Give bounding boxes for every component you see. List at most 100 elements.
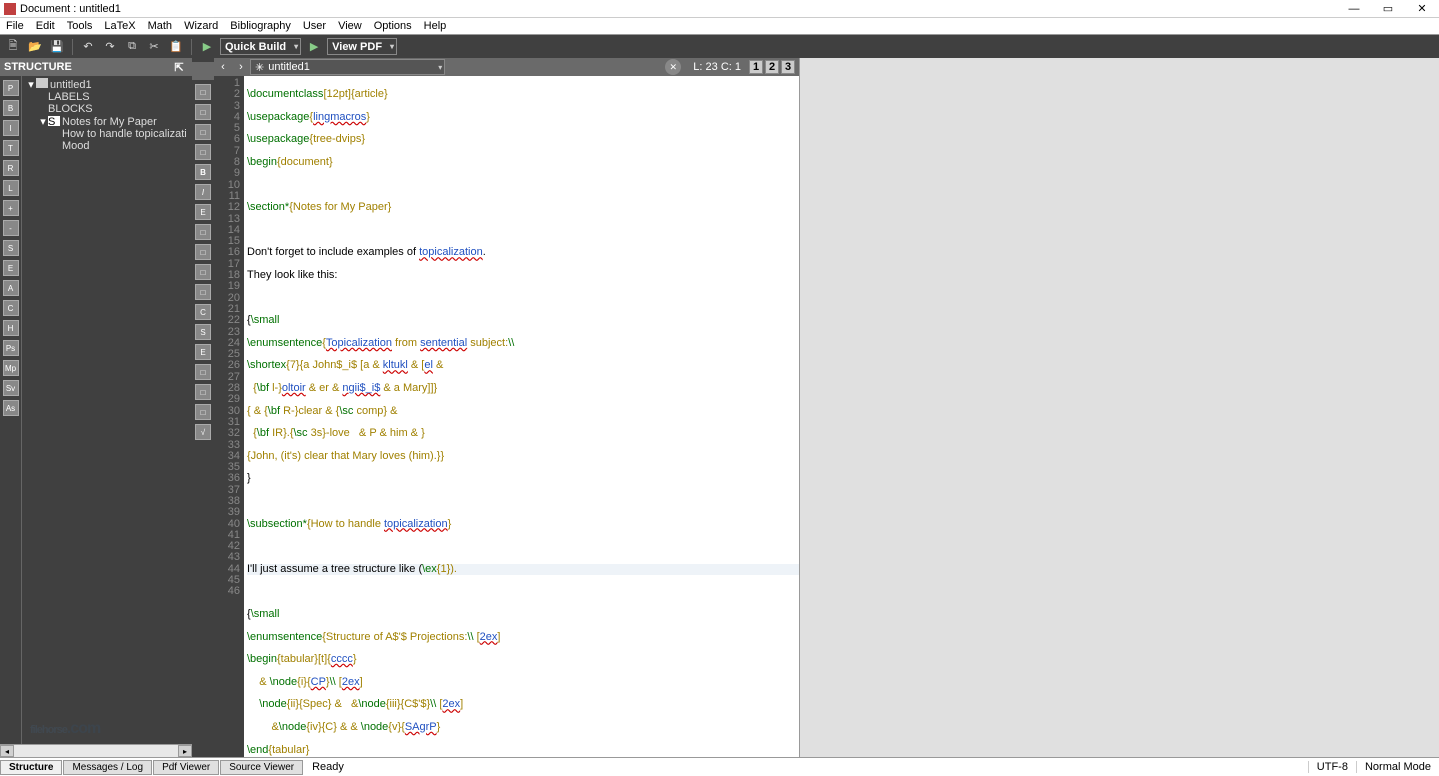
symbol-icon-0[interactable]: P — [3, 80, 19, 96]
structure-panel: STRUCTURE ⇱ P B I T R L + - S E A C H Ps… — [0, 58, 192, 757]
status-encoding: UTF-8 — [1308, 761, 1356, 773]
undo-icon[interactable]: ↶ — [79, 38, 97, 56]
symbol-icon-12[interactable]: H — [3, 320, 19, 336]
close-doc-icon[interactable]: ✕ — [665, 59, 681, 75]
editor-sidebar: □ □ □ □ B I E □ □ □ □ C S E □ □ □ √ — [192, 58, 214, 757]
collapse-icon[interactable]: ⇱ — [170, 59, 188, 75]
symbol-icon-9[interactable]: E — [3, 260, 19, 276]
editbar-icon-13[interactable]: E — [195, 344, 211, 360]
copy-icon[interactable]: ⧉ — [123, 38, 141, 56]
tab-messages[interactable]: Messages / Log — [63, 760, 152, 775]
maximize-button[interactable]: ▭ — [1371, 0, 1405, 17]
structure-title-text: STRUCTURE — [4, 61, 72, 73]
editbar-icon-3[interactable]: □ — [195, 144, 211, 160]
paste-icon[interactable]: 📋 — [167, 38, 185, 56]
symbol-icon-2[interactable]: I — [3, 120, 19, 136]
new-icon[interactable]: 🗎 — [4, 38, 22, 56]
titlebar: Document : untitled1 — ▭ ✕ — [0, 0, 1439, 18]
editbar-icon-0[interactable]: □ — [195, 84, 211, 100]
symbol-icon-16[interactable]: As — [3, 400, 19, 416]
tree-blocks[interactable]: BLOCKS — [24, 103, 190, 115]
editbar-icon-9[interactable]: □ — [195, 264, 211, 280]
symbol-icon-3[interactable]: T — [3, 140, 19, 156]
editbar-icon-11[interactable]: C — [195, 304, 211, 320]
editbar-icon-16[interactable]: □ — [195, 404, 211, 420]
tree-labels[interactable]: LABELS — [24, 91, 190, 103]
tab-pdfviewer[interactable]: Pdf Viewer — [153, 760, 219, 775]
line-gutter: 1234567891011121314151617181920212223242… — [214, 76, 244, 757]
editbar-icon-15[interactable]: □ — [195, 384, 211, 400]
editbar-icon-10[interactable]: □ — [195, 284, 211, 300]
panel-2-button[interactable]: 2 — [765, 60, 779, 74]
redo-icon[interactable]: ↷ — [101, 38, 119, 56]
editbar-icon-14[interactable]: □ — [195, 364, 211, 380]
menu-view[interactable]: View — [332, 20, 368, 32]
run-icon[interactable]: ▶ — [198, 38, 216, 56]
scroll-left-icon[interactable]: ◂ — [0, 745, 14, 757]
editbar-icon-2[interactable]: □ — [195, 124, 211, 140]
editbar-italic-icon[interactable]: I — [195, 184, 211, 200]
window-title: Document : untitled1 — [20, 3, 1337, 15]
document-selector[interactable]: ✳untitled1 — [250, 59, 445, 75]
menu-user[interactable]: User — [297, 20, 332, 32]
open-icon[interactable]: 📂 — [26, 38, 44, 56]
tab-sourceviewer[interactable]: Source Viewer — [220, 760, 303, 775]
menu-help[interactable]: Help — [418, 20, 453, 32]
main-toolbar: 🗎 📂 💾 ↶ ↷ ⧉ ✂ 📋 ▶ Quick Build ▶ View PDF — [0, 35, 1439, 58]
code-area[interactable]: \documentclass[12pt]{article} \usepackag… — [244, 76, 799, 757]
symbol-icon-1[interactable]: B — [3, 100, 19, 116]
app-icon — [4, 3, 16, 15]
viewpdf-combo[interactable]: View PDF — [327, 38, 397, 55]
save-icon[interactable]: 💾 — [48, 38, 66, 56]
editbar-icon-7[interactable]: □ — [195, 224, 211, 240]
menu-tools[interactable]: Tools — [61, 20, 99, 32]
editbar-icon-8[interactable]: □ — [195, 244, 211, 260]
tree-topicalization[interactable]: How to handle topicalizati — [24, 128, 190, 140]
editbar-emph-icon[interactable]: E — [195, 204, 211, 220]
symbol-icon-10[interactable]: A — [3, 280, 19, 296]
run2-icon[interactable]: ▶ — [305, 38, 323, 56]
close-button[interactable]: ✕ — [1405, 0, 1439, 17]
symbol-icon-13[interactable]: Ps — [3, 340, 19, 356]
editor-header: ‹ › ✳untitled1 ✕ L: 23 C: 1 1 2 3 — [214, 58, 799, 76]
tree-notes[interactable]: ▾SNotes for My Paper — [24, 115, 190, 128]
code-editor[interactable]: 1234567891011121314151617181920212223242… — [214, 76, 799, 757]
quickbuild-combo[interactable]: Quick Build — [220, 38, 301, 55]
scroll-right-icon[interactable]: ▸ — [178, 745, 192, 757]
editbar-bold-icon[interactable]: B — [195, 164, 211, 180]
tree-mood[interactable]: Mood — [24, 140, 190, 152]
menu-bibliography[interactable]: Bibliography — [224, 20, 297, 32]
menu-options[interactable]: Options — [368, 20, 418, 32]
nav-fwd-icon[interactable]: › — [232, 59, 250, 75]
preview-panel — [799, 58, 1439, 757]
symbol-icon-6[interactable]: + — [3, 200, 19, 216]
minimize-button[interactable]: — — [1337, 0, 1371, 17]
menu-edit[interactable]: Edit — [30, 20, 61, 32]
symbol-icon-14[interactable]: Mp — [3, 360, 19, 376]
cursor-position: L: 23 C: 1 — [689, 61, 745, 73]
panel-1-button[interactable]: 1 — [749, 60, 763, 74]
cut-icon[interactable]: ✂ — [145, 38, 163, 56]
symbol-icon-5[interactable]: L — [3, 180, 19, 196]
menubar: File Edit Tools LaTeX Math Wizard Biblio… — [0, 18, 1439, 35]
panel-3-button[interactable]: 3 — [781, 60, 795, 74]
tree-doc[interactable]: ▾untitled1 — [24, 78, 190, 91]
left-symbol-bar: P B I T R L + - S E A C H Ps Mp Sv As — [0, 76, 22, 744]
bottom-tabs: Structure Messages / Log Pdf Viewer Sour… — [0, 757, 1439, 776]
symbol-icon-7[interactable]: - — [3, 220, 19, 236]
editbar-icon-12[interactable]: S — [195, 324, 211, 340]
symbol-icon-11[interactable]: C — [3, 300, 19, 316]
menu-math[interactable]: Math — [142, 20, 178, 32]
editbar-icon-17[interactable]: √ — [195, 424, 211, 440]
symbol-icon-15[interactable]: Sv — [3, 380, 19, 396]
menu-wizard[interactable]: Wizard — [178, 20, 224, 32]
menu-latex[interactable]: LaTeX — [98, 20, 141, 32]
tab-structure[interactable]: Structure — [0, 760, 62, 775]
symbol-icon-8[interactable]: S — [3, 240, 19, 256]
structure-scrollbar[interactable]: ◂ ▸ — [0, 744, 192, 757]
menu-file[interactable]: File — [0, 20, 30, 32]
symbol-icon-4[interactable]: R — [3, 160, 19, 176]
nav-back-icon[interactable]: ‹ — [214, 59, 232, 75]
structure-tree: ▾untitled1 LABELS BLOCKS ▾SNotes for My … — [22, 76, 192, 744]
editbar-icon-1[interactable]: □ — [195, 104, 211, 120]
